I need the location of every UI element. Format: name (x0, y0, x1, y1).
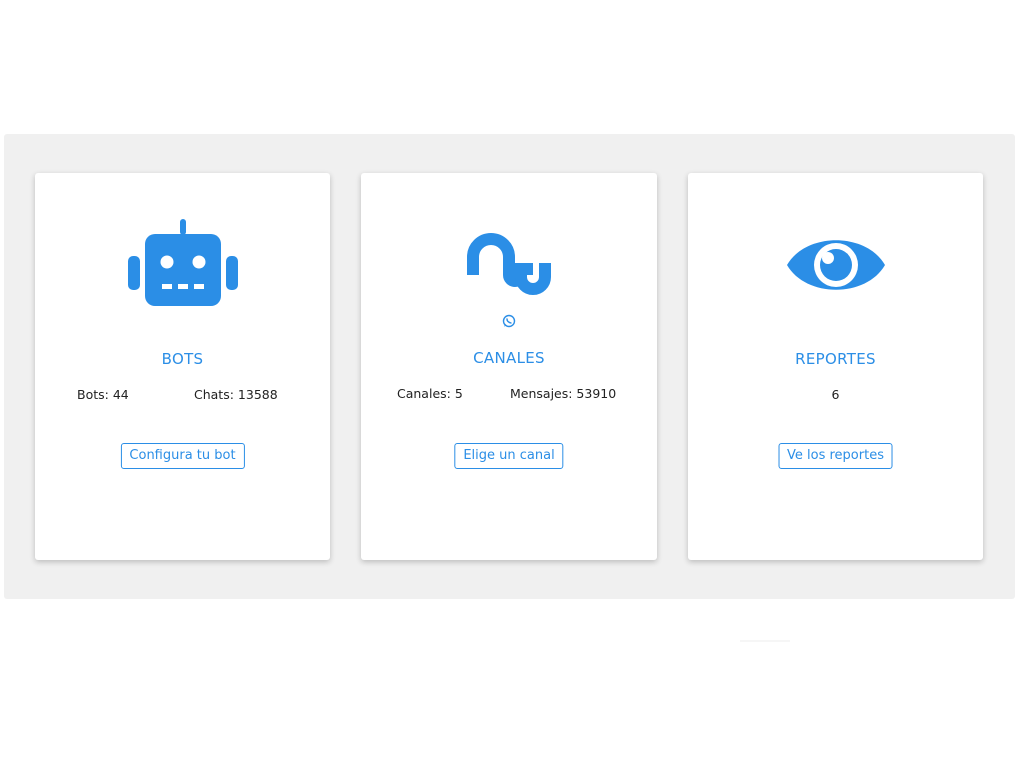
canales-card: CANALES Canales: 5 Mensajes: 53910 Elige… (361, 173, 657, 560)
configure-bot-button[interactable]: Configura tu bot (120, 443, 245, 469)
choose-channel-button[interactable]: Elige un canal (454, 443, 564, 469)
whatsapp-icon (502, 313, 516, 332)
reportes-card: REPORTES 6 Ve los reportes (688, 173, 983, 560)
dashboard-panel: BOTS Bots: 44 Chats: 13588 Configura tu … (4, 134, 1015, 599)
canales-count: Canales: 5 (397, 386, 463, 401)
reportes-count: 6 (831, 387, 840, 402)
divider (740, 640, 790, 642)
mensajes-count: Mensajes: 53910 (510, 386, 617, 401)
bots-card: BOTS Bots: 44 Chats: 13588 Configura tu … (35, 173, 330, 560)
eye-icon (688, 230, 983, 330)
canales-title: CANALES (473, 349, 545, 367)
view-reports-button[interactable]: Ve los reportes (778, 443, 893, 469)
chats-count: Chats: 13588 (194, 387, 278, 402)
robot-icon (35, 217, 330, 317)
reportes-title: REPORTES (795, 350, 876, 368)
bots-count: Bots: 44 (77, 387, 129, 402)
bots-title: BOTS (161, 350, 204, 368)
